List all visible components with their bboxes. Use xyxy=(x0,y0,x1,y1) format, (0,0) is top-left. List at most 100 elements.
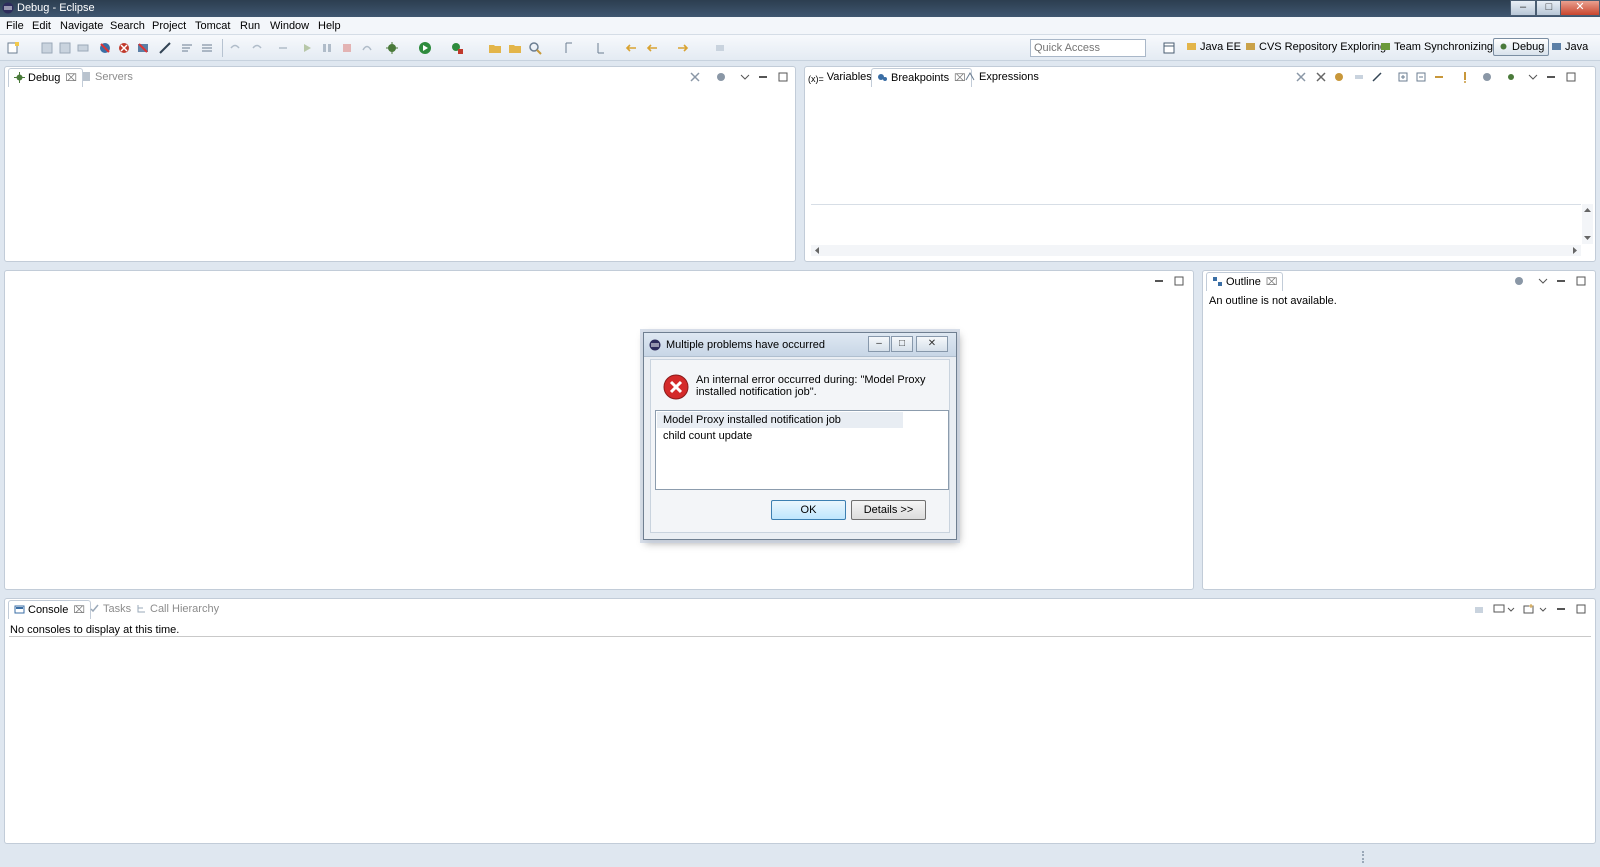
tab-variables[interactable]: (x)= Variables xyxy=(808,71,872,85)
minimize-view-icon[interactable] xyxy=(1555,275,1567,287)
chevron-down-icon[interactable] xyxy=(1527,71,1539,83)
import-breakpoints-icon[interactable] xyxy=(1481,71,1493,83)
close-tab-icon[interactable]: ⌧ xyxy=(73,605,85,616)
save-icon[interactable] xyxy=(40,41,54,55)
dialog-maximize-button[interactable]: □ xyxy=(891,336,913,352)
chevron-down-icon[interactable] xyxy=(1537,603,1549,615)
minimize-view-icon[interactable] xyxy=(1153,275,1165,287)
minimize-view-icon[interactable] xyxy=(757,71,769,83)
tab-debug[interactable]: Debug ⌧ xyxy=(8,68,83,87)
menu-file[interactable]: File xyxy=(6,20,24,32)
forward-icon[interactable] xyxy=(676,41,690,55)
new-icon[interactable] xyxy=(6,41,20,55)
skip-breakpoints-icon[interactable] xyxy=(98,41,112,55)
list-item[interactable]: child count update xyxy=(657,428,758,444)
tab-call-hierarchy[interactable]: Call Hierarchy xyxy=(136,603,219,615)
maximize-view-icon[interactable] xyxy=(1173,275,1185,287)
minimize-view-icon[interactable] xyxy=(1555,603,1567,615)
back-history-icon[interactable] xyxy=(645,41,659,55)
save-all-icon[interactable] xyxy=(58,41,72,55)
menu-search[interactable]: Search xyxy=(110,20,145,32)
list-item[interactable]: Model Proxy installed notification job xyxy=(657,412,903,428)
menu-navigate[interactable]: Navigate xyxy=(60,20,103,32)
remove-terminated-icon[interactable] xyxy=(689,71,701,83)
back-icon[interactable] xyxy=(624,41,638,55)
tab-expressions[interactable]: Expressions xyxy=(965,71,1039,83)
status-bar-grip[interactable] xyxy=(1362,851,1364,863)
maximize-view-icon[interactable] xyxy=(777,71,789,83)
drop-to-frame-icon[interactable] xyxy=(200,41,214,55)
remove-all-breakpoints-icon[interactable] xyxy=(1315,71,1327,83)
menu-project[interactable]: Project xyxy=(152,20,186,32)
chevron-down-icon[interactable] xyxy=(1537,275,1549,287)
maximize-view-icon[interactable] xyxy=(1565,71,1577,83)
vertical-scrollbar[interactable] xyxy=(1582,204,1593,244)
ok-button[interactable]: OK xyxy=(771,500,846,520)
menu-window[interactable]: Window xyxy=(270,20,309,32)
close-tab-icon[interactable]: ⌧ xyxy=(954,73,966,84)
perspective-java-ee[interactable]: Java EE xyxy=(1186,41,1241,53)
tab-servers[interactable]: Servers xyxy=(81,71,133,83)
resume-icon[interactable] xyxy=(300,41,314,55)
tab-console[interactable]: Console ⌧ xyxy=(8,600,91,619)
open-type-icon[interactable] xyxy=(488,41,502,55)
menu-help[interactable]: Help xyxy=(318,20,341,32)
view-menu-icon[interactable] xyxy=(715,71,727,83)
scroll-right-icon[interactable] xyxy=(1571,246,1579,255)
maximize-view-icon[interactable] xyxy=(1575,275,1587,287)
perspective-cvs[interactable]: CVS Repository Exploring xyxy=(1245,41,1386,53)
skip-all-breakpoints-icon[interactable] xyxy=(1371,71,1383,83)
menu-edit[interactable]: Edit xyxy=(32,20,51,32)
open-perspective-icon[interactable] xyxy=(1162,41,1176,55)
remove-breakpoint-icon[interactable] xyxy=(1295,71,1307,83)
close-window-button[interactable]: ✕ xyxy=(1560,0,1600,16)
minimize-window-button[interactable]: – xyxy=(1510,0,1536,16)
remove-breakpoints-icon[interactable] xyxy=(117,41,131,55)
search-icon[interactable] xyxy=(528,41,542,55)
suspend-icon[interactable] xyxy=(320,41,334,55)
step-over-icon[interactable] xyxy=(360,41,374,55)
undo-icon[interactable] xyxy=(228,41,242,55)
chevron-down-icon[interactable] xyxy=(1505,603,1517,615)
display-console-icon[interactable] xyxy=(1493,603,1505,615)
step-filter-icon[interactable] xyxy=(180,41,194,55)
scroll-left-icon[interactable] xyxy=(813,246,821,255)
go-to-file-icon[interactable] xyxy=(1353,71,1365,83)
dialog-close-button[interactable]: ✕ xyxy=(916,336,948,352)
add-java-exception-icon[interactable] xyxy=(1459,71,1471,83)
open-folder-icon[interactable] xyxy=(508,41,522,55)
scroll-up-icon[interactable] xyxy=(1583,206,1592,214)
pin-console-icon[interactable] xyxy=(1473,603,1485,615)
perspective-debug[interactable]: Debug xyxy=(1493,38,1550,56)
details-button[interactable]: Details >> xyxy=(851,500,926,520)
close-tab-icon[interactable]: ⌧ xyxy=(1266,277,1278,288)
pin-editor-icon[interactable] xyxy=(713,41,727,55)
show-breakpoints-icon[interactable] xyxy=(1333,71,1345,83)
tab-outline[interactable]: Outline ⌧ xyxy=(1206,272,1284,291)
stop-icon[interactable] xyxy=(340,41,354,55)
maximize-window-button[interactable]: □ xyxy=(1536,0,1562,16)
open-console-icon[interactable] xyxy=(1523,603,1535,615)
external-tools-icon[interactable] xyxy=(450,41,464,55)
group-by-icon[interactable] xyxy=(1505,71,1517,83)
scroll-down-icon[interactable] xyxy=(1583,234,1592,242)
terminate-icon[interactable] xyxy=(136,41,150,55)
collapse-all-icon[interactable] xyxy=(1415,71,1427,83)
quick-access-input[interactable] xyxy=(1030,39,1146,57)
link-with-debug-view-icon[interactable] xyxy=(1433,71,1445,83)
dialog-minimize-button[interactable]: – xyxy=(868,336,890,352)
redo-icon[interactable] xyxy=(250,41,264,55)
perspective-team-sync[interactable]: Team Synchronizing xyxy=(1380,41,1493,53)
next-annotation-icon[interactable] xyxy=(594,41,608,55)
annotation-icon[interactable] xyxy=(562,41,576,55)
tab-tasks[interactable]: Tasks xyxy=(89,603,131,615)
expand-all-icon[interactable] xyxy=(1397,71,1409,83)
tab-breakpoints[interactable]: Breakpoints ⌧ xyxy=(871,68,972,87)
maximize-view-icon[interactable] xyxy=(1575,603,1587,615)
chevron-down-icon[interactable] xyxy=(739,71,751,83)
step-return-icon[interactable] xyxy=(276,41,290,55)
disconnect-icon[interactable] xyxy=(158,41,172,55)
menu-run[interactable]: Run xyxy=(240,20,260,32)
debug-run-icon[interactable] xyxy=(385,41,399,55)
minimize-view-icon[interactable] xyxy=(1545,71,1557,83)
